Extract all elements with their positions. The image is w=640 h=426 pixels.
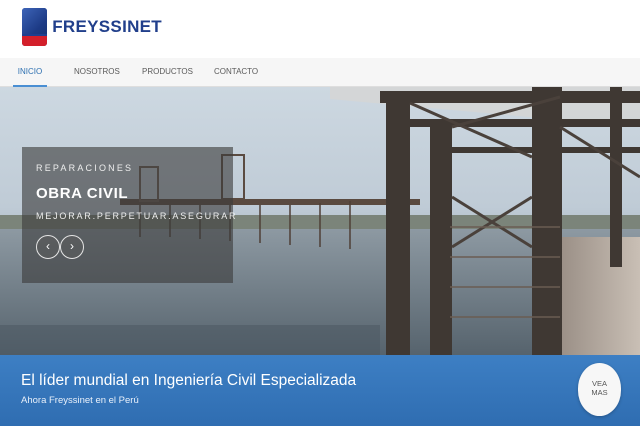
vea-mas-line1: VEA (591, 379, 607, 388)
vea-mas-line2: MAS (591, 388, 608, 397)
nav-item-nosotros[interactable]: NOSOTROS (74, 58, 120, 87)
slider-prev-button[interactable]: ‹ (36, 235, 60, 259)
slide-kicker: REPARACIONES (36, 163, 134, 173)
brand-name: FREYSSINET (52, 17, 162, 36)
chevron-left-icon: ‹ (46, 239, 50, 253)
slide-subtitle: MEJORAR.PERPETUAR.ASEGURAR (36, 211, 238, 221)
site-header: FREYSSINET (0, 0, 640, 58)
slider-next-button[interactable]: › (60, 235, 84, 259)
slide-caption: REPARACIONES OBRA CIVIL MEJORAR.PERPETUA… (22, 147, 236, 283)
slide-title: OBRA CIVIL (36, 185, 129, 202)
hero-slider: REPARACIONES OBRA CIVIL MEJORAR.PERPETUA… (0, 87, 640, 355)
logo-mark-icon (22, 8, 48, 46)
main-nav: INICIO NOSOTROS PRODUCTOS CONTACTO (0, 58, 640, 87)
chevron-right-icon: › (70, 239, 74, 253)
band-subline: Ahora Freyssinet en el Perú (21, 395, 139, 406)
freyssinet-logo[interactable]: FREYSSINET (22, 6, 162, 48)
nav-item-productos[interactable]: PRODUCTOS (142, 58, 193, 87)
tagline-band: El líder mundial en Ingeniería Civil Esp… (0, 355, 640, 426)
vea-mas-button[interactable]: VEA MAS (578, 363, 621, 416)
band-headline: El líder mundial en Ingeniería Civil Esp… (21, 372, 357, 389)
nav-item-inicio[interactable]: INICIO (13, 58, 47, 87)
nav-item-contacto[interactable]: CONTACTO (214, 58, 258, 87)
